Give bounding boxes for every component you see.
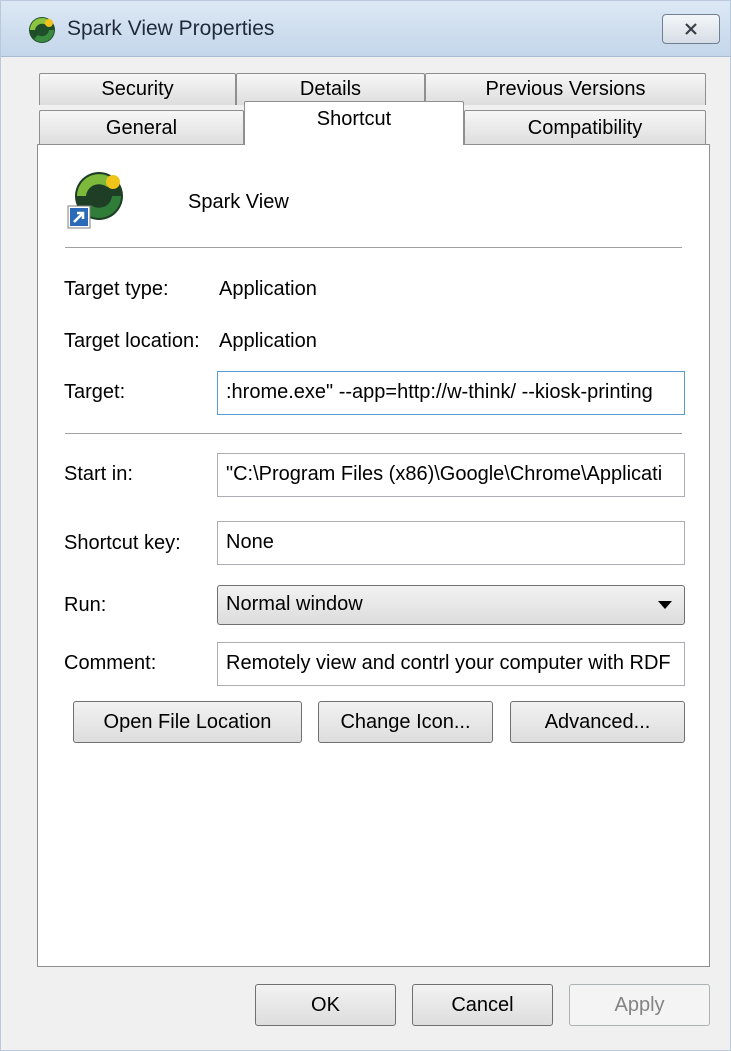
open-file-location-label: Open File Location (103, 710, 272, 733)
tab-compatibility[interactable]: Compatibility (464, 110, 706, 145)
start-in-input[interactable]: "C:\Program Files (x86)\Google\Chrome\Ap… (217, 453, 685, 497)
cancel-label: Cancel (451, 993, 514, 1016)
shortcut-key-label: Shortcut key: (64, 532, 181, 554)
tab-previous-versions-label: Previous Versions (485, 78, 646, 100)
ok-label: OK (311, 993, 340, 1016)
close-button[interactable] (662, 14, 720, 44)
shortcut-panel: Spark View Target type: Application Targ… (37, 144, 710, 967)
apply-label: Apply (614, 993, 665, 1016)
target-location-value: Application (219, 330, 317, 352)
tab-compatibility-label: Compatibility (527, 116, 643, 139)
advanced-label: Advanced... (544, 710, 651, 733)
title-bar[interactable]: Spark View Properties (1, 1, 730, 57)
divider (65, 247, 682, 248)
tab-shortcut[interactable]: Shortcut (244, 101, 464, 145)
target-input[interactable]: :hrome.exe" --app=http://w-think/ --kios… (217, 371, 685, 415)
target-type-value: Application (219, 278, 317, 300)
window-title: Spark View Properties (67, 17, 275, 40)
ok-button[interactable]: OK (255, 984, 396, 1026)
tab-shortcut-label: Shortcut (316, 108, 392, 130)
app-icon (66, 168, 128, 230)
target-location-label: Target location: (64, 330, 200, 352)
divider (65, 433, 682, 434)
target-type-label: Target type: (64, 278, 169, 300)
shortcut-key-input[interactable]: None (217, 521, 685, 565)
run-select[interactable]: Normal window (217, 585, 685, 625)
apply-button[interactable]: Apply (569, 984, 710, 1026)
cancel-button[interactable]: Cancel (412, 984, 553, 1026)
run-label: Run: (64, 594, 107, 616)
open-file-location-button[interactable]: Open File Location (73, 701, 302, 743)
tab-general[interactable]: General (39, 110, 244, 145)
comment-label: Comment: (64, 652, 157, 674)
chevron-down-icon (658, 601, 672, 609)
start-in-label: Start in: (64, 463, 133, 485)
change-icon-button[interactable]: Change Icon... (318, 701, 493, 743)
app-name: Spark View (188, 191, 289, 213)
tab-security-label: Security (101, 78, 174, 100)
change-icon-label: Change Icon... (340, 710, 471, 733)
advanced-button[interactable]: Advanced... (510, 701, 685, 743)
target-label: Target: (64, 381, 126, 403)
properties-dialog: Spark View Properties Security Details P… (0, 0, 731, 1051)
tab-security[interactable]: Security (39, 73, 236, 105)
tab-general-label: General (105, 116, 178, 139)
tab-details-label: Details (299, 78, 362, 100)
tab-previous-versions[interactable]: Previous Versions (425, 73, 706, 105)
close-icon (685, 23, 697, 35)
run-select-value: Normal window (226, 593, 363, 615)
comment-input[interactable]: Remotely view and contrl your computer w… (217, 642, 685, 686)
spark-view-icon (29, 17, 55, 43)
